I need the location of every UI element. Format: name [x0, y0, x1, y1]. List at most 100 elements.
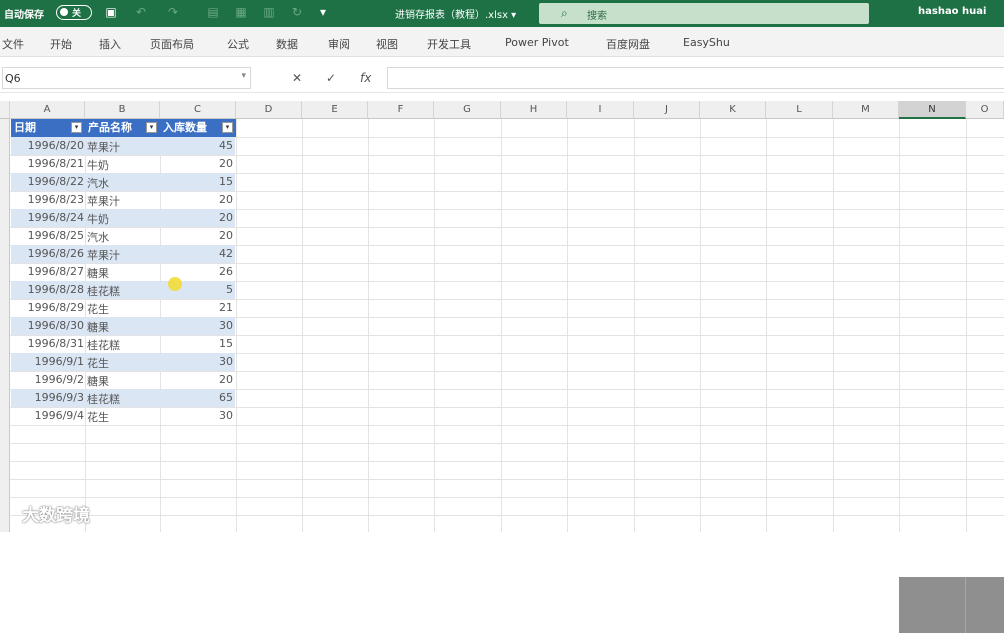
- cell-date[interactable]: 1996/8/24: [11, 211, 84, 224]
- cell-product[interactable]: 牛奶: [87, 211, 109, 227]
- table-row[interactable]: 1996/8/22 汽水 15: [11, 173, 235, 191]
- tab-formulas[interactable]: 公式: [227, 36, 249, 52]
- column-header-k[interactable]: K: [700, 101, 766, 119]
- table-row[interactable]: 1996/8/25 汽水 20: [11, 227, 235, 245]
- undo-icon[interactable]: ↶: [134, 5, 148, 19]
- column-header-i[interactable]: I: [567, 101, 634, 119]
- cell-quantity[interactable]: 15: [161, 175, 233, 188]
- tab-data[interactable]: 数据: [276, 36, 298, 52]
- cell-date[interactable]: 1996/8/27: [11, 265, 84, 278]
- cell-quantity[interactable]: 42: [161, 247, 233, 260]
- cell-quantity[interactable]: 30: [161, 409, 233, 422]
- tab-file[interactable]: 文件: [2, 36, 24, 52]
- cell-product[interactable]: 糖果: [87, 373, 109, 389]
- cell-date[interactable]: 1996/9/2: [11, 373, 84, 386]
- column-header-a[interactable]: A: [10, 101, 85, 119]
- cell-date[interactable]: 1996/8/21: [11, 157, 84, 170]
- table-icon[interactable]: ▦: [234, 5, 248, 19]
- column-header-d[interactable]: D: [236, 101, 302, 119]
- row-headers[interactable]: [0, 119, 10, 532]
- autosave-toggle[interactable]: 关: [56, 5, 92, 20]
- cell-product[interactable]: 桂花糕: [87, 283, 120, 299]
- customize-icon[interactable]: ▾: [316, 5, 330, 19]
- save-icon[interactable]: ▣: [104, 5, 118, 19]
- search-box[interactable]: ⌕ 搜索: [539, 3, 869, 24]
- cell-date[interactable]: 1996/8/31: [11, 337, 84, 350]
- cell-date[interactable]: 1996/9/4: [11, 409, 84, 422]
- cell-product[interactable]: 桂花糕: [87, 337, 120, 353]
- cell-quantity[interactable]: 20: [161, 211, 233, 224]
- enter-icon[interactable]: ✓: [326, 71, 336, 85]
- tab-review[interactable]: 审阅: [328, 36, 350, 52]
- table-row[interactable]: 1996/8/30 糖果 30: [11, 317, 235, 335]
- fx-icon[interactable]: fx: [360, 71, 371, 85]
- column-header-f[interactable]: F: [368, 101, 434, 119]
- select-all-corner[interactable]: [0, 101, 10, 119]
- refresh-icon[interactable]: ↻: [290, 5, 304, 19]
- cell-product[interactable]: 花生: [87, 301, 109, 317]
- filter-icon[interactable]: ▤: [206, 5, 220, 19]
- cell-product[interactable]: 牛奶: [87, 157, 109, 173]
- column-header-e[interactable]: E: [302, 101, 368, 119]
- cell-date[interactable]: 1996/9/1: [11, 355, 84, 368]
- column-header-m[interactable]: M: [833, 101, 899, 119]
- tab-home[interactable]: 开始: [50, 36, 72, 52]
- cell-date[interactable]: 1996/9/3: [11, 391, 84, 404]
- column-header-o[interactable]: O: [966, 101, 1004, 119]
- redo-icon[interactable]: ↷: [166, 5, 180, 19]
- column-header-h[interactable]: H: [501, 101, 567, 119]
- cell-product[interactable]: 糖果: [87, 265, 109, 281]
- cell-quantity[interactable]: 20: [161, 373, 233, 386]
- table-row[interactable]: 1996/9/1 花生 30: [11, 353, 235, 371]
- cell-date[interactable]: 1996/8/25: [11, 229, 84, 242]
- cell-date[interactable]: 1996/8/20: [11, 139, 84, 152]
- column-header-j[interactable]: J: [634, 101, 700, 119]
- cell-product[interactable]: 汽水: [87, 175, 109, 191]
- cell-quantity[interactable]: 20: [161, 157, 233, 170]
- file-name[interactable]: 进销存报表（教程）.xlsx ▾: [395, 6, 516, 21]
- cell-date[interactable]: 1996/8/22: [11, 175, 84, 188]
- cell-product[interactable]: 花生: [87, 355, 109, 371]
- user-name[interactable]: hashao huai: [918, 6, 986, 17]
- table-row[interactable]: 1996/8/24 牛奶 20: [11, 209, 235, 227]
- cell-quantity[interactable]: 45: [161, 139, 233, 152]
- filter-dropdown-icon[interactable]: ▾: [146, 122, 157, 133]
- cell-quantity[interactable]: 30: [161, 355, 233, 368]
- table-row[interactable]: 1996/8/28 桂花糕 5: [11, 281, 235, 299]
- table-row[interactable]: 1996/9/4 花生 30: [11, 407, 235, 425]
- cell-quantity[interactable]: 21: [161, 301, 233, 314]
- tab-power-pivot[interactable]: Power Pivot: [505, 36, 569, 49]
- cell-product[interactable]: 苹果汁: [87, 139, 120, 155]
- cell-product[interactable]: 汽水: [87, 229, 109, 245]
- column-header-g[interactable]: G: [434, 101, 501, 119]
- tab-baidu-netdisk[interactable]: 百度网盘: [606, 36, 650, 52]
- tab-insert[interactable]: 插入: [99, 36, 121, 52]
- tab-page-layout[interactable]: 页面布局: [150, 36, 194, 52]
- chart-icon[interactable]: ▥: [262, 5, 276, 19]
- cell-date[interactable]: 1996/8/30: [11, 319, 84, 332]
- cell-quantity[interactable]: 26: [161, 265, 233, 278]
- table-row[interactable]: 1996/9/2 糖果 20: [11, 371, 235, 389]
- name-box[interactable]: Q6 ▾: [2, 67, 251, 89]
- cell-quantity[interactable]: 20: [161, 229, 233, 242]
- table-row[interactable]: 1996/9/3 桂花糕 65: [11, 389, 235, 407]
- column-header-l[interactable]: L: [766, 101, 833, 119]
- cell-quantity[interactable]: 65: [161, 391, 233, 404]
- column-header-b[interactable]: B: [85, 101, 160, 119]
- cell-quantity[interactable]: 30: [161, 319, 233, 332]
- table-row[interactable]: 1996/8/21 牛奶 20: [11, 155, 235, 173]
- cell-quantity[interactable]: 15: [161, 337, 233, 350]
- table-row[interactable]: 1996/8/26 苹果汁 42: [11, 245, 235, 263]
- filter-dropdown-icon[interactable]: ▾: [222, 122, 233, 133]
- cell-product[interactable]: 苹果汁: [87, 247, 120, 263]
- filter-dropdown-icon[interactable]: ▾: [71, 122, 82, 133]
- table-row[interactable]: 1996/8/23 苹果汁 20: [11, 191, 235, 209]
- table-row[interactable]: 1996/8/20 苹果汁 45: [11, 137, 235, 155]
- cell-date[interactable]: 1996/8/26: [11, 247, 84, 260]
- table-row[interactable]: 1996/8/27 糖果 26: [11, 263, 235, 281]
- column-header-c[interactable]: C: [160, 101, 236, 119]
- column-header-n[interactable]: N: [899, 101, 966, 119]
- cell-product[interactable]: 苹果汁: [87, 193, 120, 209]
- tab-view[interactable]: 视图: [376, 36, 398, 52]
- cell-date[interactable]: 1996/8/29: [11, 301, 84, 314]
